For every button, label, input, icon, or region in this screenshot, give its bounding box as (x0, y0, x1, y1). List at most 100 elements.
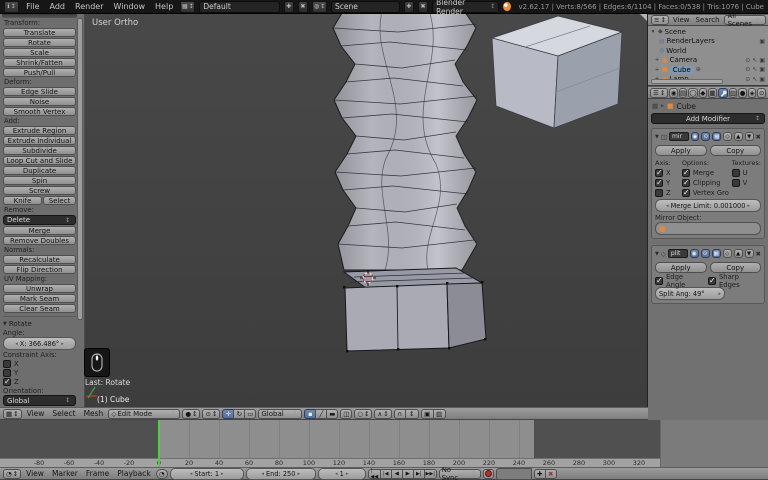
outliner-item-renderlayers[interactable]: ▤ RenderLayers ▣ (650, 37, 766, 47)
info-editor-type-button[interactable]: ℹ ↕ (4, 0, 20, 13)
tab-object[interactable]: ◆ (698, 87, 708, 98)
mirror-clipping-checkbox[interactable]: Clipping (681, 178, 732, 187)
expand-icon[interactable]: + (654, 57, 660, 63)
decrement-arrow-icon[interactable]: ◂ (335, 471, 338, 477)
modifier-cage-toggle[interactable]: ◇ (722, 249, 732, 258)
outliner-item-cube[interactable]: + ■ Cube ⊕ ⊙ ↖ ▣ (650, 65, 766, 75)
tab-world[interactable]: ◯ (688, 87, 698, 98)
tool-flip-direction-button[interactable]: Flip Direction (3, 265, 76, 274)
menu-render[interactable]: Render (72, 2, 106, 11)
modifier-move-down-button[interactable]: ▼ (744, 132, 754, 141)
modifier-move-up-button[interactable]: ▲ (733, 132, 743, 141)
keying-set-field[interactable] (495, 467, 532, 480)
visibility-eye-icon[interactable]: ⊙ (745, 57, 750, 64)
pivot-center-dropdown[interactable]: ⊙ ↕ (202, 408, 221, 419)
delete-layout-button[interactable]: ✖ (297, 0, 308, 13)
twisted-mesh-object[interactable] (330, 14, 480, 273)
renderability-camera-icon[interactable]: ▣ (759, 66, 765, 73)
delete-scene-button[interactable]: ✖ (417, 0, 429, 13)
menu-help[interactable]: Help (152, 2, 176, 11)
modifier-cage-toggle[interactable]: ◇ (723, 132, 732, 141)
modifier-delete-icon[interactable]: ✖ (756, 250, 761, 258)
mirror-texture-u-checkbox[interactable]: U (731, 168, 761, 177)
tool-duplicate-button[interactable]: Duplicate (3, 166, 76, 175)
timeline-ruler[interactable]: -80-60-40-200204060801001201401601802002… (0, 458, 660, 467)
occlude-geometry-toggle[interactable]: ◫ (340, 408, 353, 419)
proportional-edit-dropdown[interactable]: ○ ↕ (354, 408, 373, 419)
mirror-copy-button[interactable]: Copy (709, 145, 761, 156)
modifier-move-up-button[interactable]: ▲ (733, 249, 743, 258)
menu-select[interactable]: Select (49, 409, 78, 418)
insert-keyframe-button[interactable]: ✚ (533, 468, 546, 479)
mirror-vertex-groups-checkbox[interactable]: Vertex Gro (681, 188, 732, 197)
tool-push-pull-button[interactable]: Push/Pull (3, 68, 76, 77)
scene-icon-button[interactable]: ◍ ↕ (311, 0, 328, 13)
modifier-delete-icon[interactable]: ✖ (756, 133, 761, 141)
sync-mode-dropdown[interactable]: No Sync ↕ (438, 466, 481, 480)
display-filter-dropdown[interactable]: All Scenes ↕ (723, 14, 766, 28)
frame-start-field[interactable]: ◂ Start: 1 ▸ (169, 467, 244, 480)
menu-view[interactable]: View (23, 469, 47, 478)
modifier-render-toggle[interactable]: ◉ (690, 132, 700, 141)
render-engine-dropdown[interactable]: Blender Render ↕ (432, 0, 500, 16)
region-corner-widget[interactable] (640, 14, 647, 21)
add-modifier-dropdown[interactable]: Add Modifier ↕ (651, 113, 765, 124)
render-opengl-image-button[interactable]: ▣ (420, 408, 434, 419)
tool-scale-button[interactable]: Scale (3, 48, 76, 57)
chevron-down-icon[interactable]: ▼ (655, 134, 659, 140)
menu-search[interactable]: Search (694, 16, 722, 24)
chevron-down-icon[interactable]: ▼ (655, 251, 659, 257)
renderability-camera-icon[interactable]: ▣ (759, 76, 765, 83)
selectability-arrow-icon[interactable]: ↖ (752, 76, 757, 83)
mirror-axis-x-checkbox[interactable]: X (655, 168, 682, 177)
constraint-axis-x-checkbox[interactable]: X (3, 359, 76, 368)
decrement-arrow-icon[interactable]: ◂ (15, 341, 18, 347)
menu-file[interactable]: File (23, 2, 42, 11)
modifier-viewport-toggle[interactable]: ⊙ (700, 249, 710, 258)
tab-modifiers[interactable] (717, 87, 728, 98)
tool-shrink-fatten-button[interactable]: Shrink/Fatten (3, 58, 76, 67)
decrement-arrow-icon[interactable]: ◂ (190, 471, 193, 477)
tool-loop-cut-button[interactable]: Loop Cut and Slide (3, 156, 76, 165)
tool-remove-doubles-button[interactable]: Remove Doubles (3, 236, 76, 245)
tab-texture[interactable]: ◈ (747, 87, 757, 98)
outliner-item-world[interactable]: ◍ World (650, 46, 766, 56)
face-select-toggle[interactable]: ▬ (326, 408, 339, 419)
modifier-editmode-toggle[interactable]: ▦ (712, 132, 722, 141)
tab-render[interactable]: ◉ (669, 87, 678, 98)
tool-knife-select-button[interactable]: Select (43, 196, 76, 205)
tab-physics[interactable]: ⊙ (757, 87, 766, 98)
selectability-arrow-icon[interactable]: ↖ (752, 57, 757, 64)
jump-to-end-button[interactable]: ▶▶| (423, 468, 437, 479)
tool-unwrap-button[interactable]: Unwrap (3, 284, 76, 293)
constraint-axis-y-checkbox[interactable]: Y (3, 368, 76, 377)
menu-view[interactable]: View (24, 409, 48, 418)
menu-mesh[interactable]: Mesh (81, 409, 107, 418)
modifier-name-field[interactable]: plit (667, 249, 688, 258)
modifier-move-down-button[interactable]: ▼ (744, 249, 754, 258)
tool-extrude-individual-button[interactable]: Extrude Individual (3, 136, 76, 145)
tool-mark-seam-button[interactable]: Mark Seam (3, 294, 76, 303)
menu-playback[interactable]: Playback (114, 469, 153, 478)
expand-icon[interactable]: + (654, 67, 660, 73)
increment-arrow-icon[interactable]: ▸ (61, 341, 64, 347)
tab-material[interactable]: ● (738, 87, 747, 98)
constraint-axis-z-checkbox[interactable]: Z (3, 377, 76, 386)
tool-smooth-vertex-button[interactable]: Smooth Vertex (3, 107, 76, 116)
preview-range-toggle[interactable]: ◔ (155, 468, 168, 479)
operator-panel-header[interactable]: ▼ Rotate (3, 319, 76, 328)
delete-dropdown[interactable]: Delete ↕ (3, 215, 76, 225)
merge-limit-field[interactable]: ◂ Merge Limit: 0.001000 ▸ (655, 199, 761, 212)
tool-extrude-region-button[interactable]: Extrude Region (3, 126, 76, 135)
increment-arrow-icon[interactable]: ▸ (718, 291, 721, 297)
next-keyframe-button[interactable]: ▶| (412, 468, 425, 479)
properties-editor-type-button[interactable]: ☰ ↕ (650, 87, 669, 98)
delete-keyframe-button[interactable]: ✖ (544, 468, 557, 479)
decrement-arrow-icon[interactable]: ◂ (261, 471, 264, 477)
menu-window[interactable]: Window (110, 2, 148, 11)
edge-split-copy-button[interactable]: Copy (709, 262, 761, 273)
outliner-horizontal-scrollbar[interactable] (651, 79, 723, 84)
tab-scene[interactable]: ▤ (678, 87, 688, 98)
snap-toggle[interactable]: ∩ (393, 408, 406, 419)
add-layout-button[interactable]: ✚ (283, 0, 294, 13)
